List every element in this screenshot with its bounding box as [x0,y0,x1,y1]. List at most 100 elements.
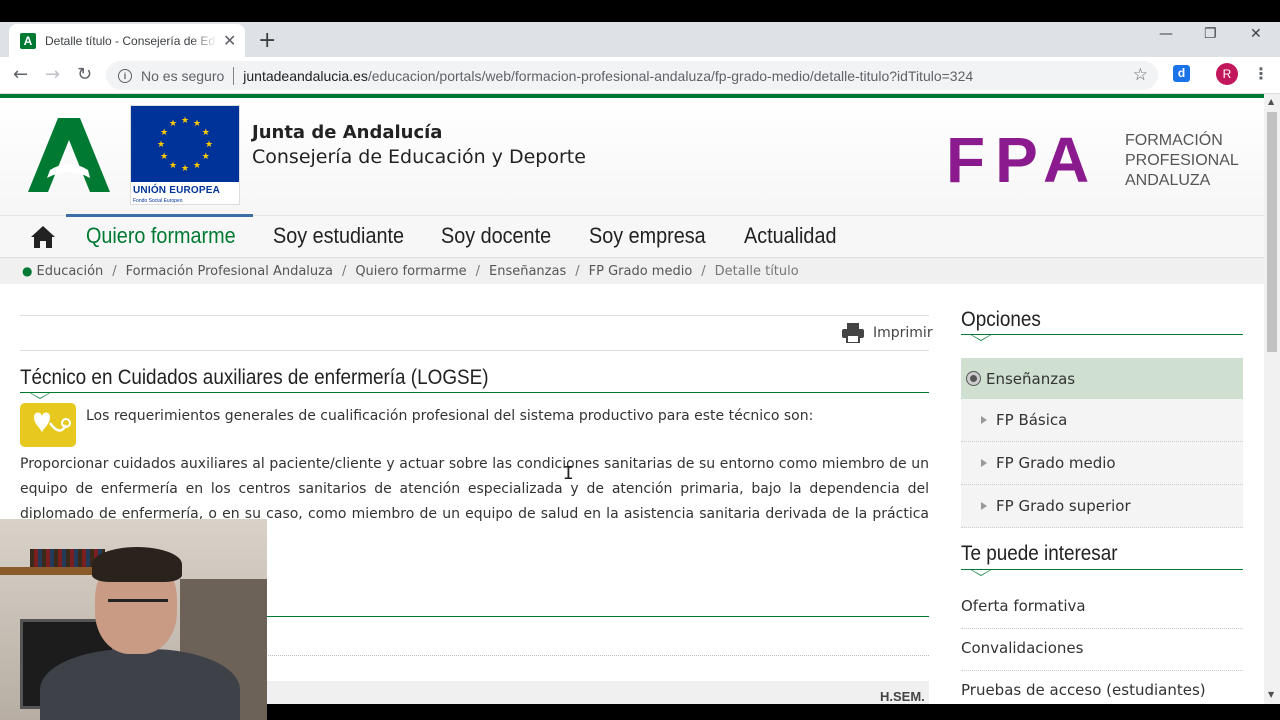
fpa-line-3: ANDALUZA [1125,172,1211,189]
restore-window-icon[interactable]: ❐ [1204,26,1217,42]
url-text: juntadeandalucia.es/educacion/portals/we… [243,68,973,84]
sidebar-item-label: FP Grado medio [996,454,1116,472]
eu-star-icon: ★ [169,161,177,171]
health-care-icon [20,403,76,447]
breadcrumb-educacion[interactable]: Educación [36,264,103,279]
address-separator [233,66,235,85]
breadcrumb-ensenanzas[interactable]: Enseñanzas [489,264,566,279]
competence-text: Proporcionar cuidados auxiliares al paci… [20,456,929,522]
bullet-arrow-icon [981,416,987,424]
print-bottom-rule [20,350,929,351]
intro-text: Los requerimientos generales de cualific… [86,408,814,424]
title-notch-inner [31,393,49,398]
page-scrollbar[interactable]: ▲ ▼ [1264,94,1280,704]
breadcrumb-quiero-formarme[interactable]: Quiero formarme [355,264,466,279]
eu-sublabel: Fondo Social Europeo [133,198,183,204]
nav-soy-estudiante[interactable]: Soy estudiante [273,223,404,249]
webcam-person-hair [92,547,182,582]
screen: A Detalle título - Consejería de Educaci… [0,0,1280,720]
browser-menu-icon[interactable]: ⋮ [1253,64,1269,83]
url-path: /educacion/portals/web/formacion-profesi… [367,67,974,84]
extension-icon[interactable]: d [1173,65,1190,82]
eu-star-icon: ★ [157,140,165,150]
section-rule [266,616,929,617]
sidebar-item-fp-basica[interactable]: FP Básica [961,399,1243,442]
eu-star-icon: ★ [181,116,189,126]
options-heading: Opciones [961,308,1041,331]
webcam-person-glasses [108,599,168,609]
link-pruebas-acceso[interactable]: Pruebas de acceso (estudiantes) [961,671,1243,704]
breadcrumb: ● Educación / Formación Profesional Anda… [0,258,1264,284]
tab-title: Detalle título - Consejería de Educación… [45,33,217,48]
back-arrow-icon[interactable]: ← [13,64,28,85]
eu-star-icon: ★ [160,128,168,138]
breadcrumb-separator: / [112,263,117,279]
page-title: Técnico en Cuidados auxiliares de enferm… [20,366,489,389]
breadcrumb-separator: / [701,263,706,279]
link-convalidaciones[interactable]: Convalidaciones [961,629,1243,671]
sidebar-item-fp-grado-medio[interactable]: FP Grado medio [961,442,1243,485]
security-status: No es seguro [141,67,225,84]
bookmark-star-icon[interactable]: ☆ [1133,65,1148,85]
sidebar-item-label: FP Básica [996,411,1068,429]
breadcrumb-separator: / [575,263,580,279]
close-tab-icon[interactable]: ✕ [223,31,236,50]
junta-andalucia-logo-icon[interactable] [28,118,110,192]
sidebar-item-fp-grado-superior[interactable]: FP Grado superior [961,485,1243,528]
close-window-icon[interactable]: ✕ [1250,26,1262,42]
modules-table-header [266,681,929,704]
eu-star-icon: ★ [169,119,177,129]
heart-stethoscope-icon [34,412,71,433]
interest-heading: Te puede interesar [961,542,1118,565]
sidebar-item-label: Enseñanzas [986,369,1076,388]
minimize-window-icon[interactable]: — [1159,26,1173,42]
address-bar[interactable]: i No es seguro juntadeandalucia.es/educa… [106,61,1158,90]
scroll-thumb[interactable] [1267,112,1277,352]
url-host: juntadeandalucia.es [243,67,368,84]
reload-icon[interactable]: ↻ [77,64,92,85]
dotted-rule [266,655,929,656]
hours-per-week-header: H.SEM. [880,689,925,704]
forward-arrow-icon[interactable]: → [45,64,60,85]
nav-active-indicator [66,214,253,217]
print-button[interactable]: Imprimir [873,325,933,341]
bullet-arrow-icon [981,502,987,510]
eu-star-icon: ★ [202,128,210,138]
profile-avatar[interactable]: R [1216,63,1238,85]
org-subtitle: Consejería de Educación y Deporte [252,146,586,168]
breadcrumb-fpa[interactable]: Formación Profesional Andaluza [126,264,333,279]
eu-flag-logo: ★ ★ ★ ★ ★ ★ ★ ★ ★ ★ ★ ★ UNIÓN EUROPEA Fondo Social … [130,105,240,205]
options-rule [961,334,1243,335]
site-header: ★ ★ ★ ★ ★ ★ ★ ★ ★ ★ ★ ★ UNIÓN EUROPEA Fondo Social … [0,98,1264,215]
webcam-person-body [40,649,240,720]
home-icon[interactable] [30,224,56,250]
eu-star-icon: ★ [202,152,210,162]
nav-actualidad[interactable]: Actualidad [744,223,836,249]
location-pin-icon: ● [22,264,33,278]
nav-quiero-formarme[interactable]: Quiero formarme [86,223,236,249]
nav-soy-docente[interactable]: Soy docente [441,223,551,249]
webcam-overlay [0,519,267,720]
link-oferta-formativa[interactable]: Oferta formativa [961,587,1243,629]
fpa-line-2: PROFESIONAL [1125,152,1239,169]
new-tab-button[interactable]: + [258,28,276,53]
printer-icon[interactable] [842,323,864,343]
scroll-up-icon[interactable]: ▲ [1268,97,1274,106]
info-icon[interactable]: i [118,68,132,83]
breadcrumb-fp-grado-medio[interactable]: FP Grado medio [589,264,693,279]
eu-star-icon: ★ [181,164,189,174]
eu-star-icon: ★ [160,152,168,162]
fpa-logo[interactable]: FPA [946,128,1099,192]
bullet-arrow-icon [981,459,987,467]
main-navigation: Quiero formarme Soy estudiante Soy docen… [0,214,1264,258]
sidebar-item-label: FP Grado superior [996,497,1131,515]
breadcrumb-separator: / [475,263,480,279]
nav-soy-empresa[interactable]: Soy empresa [589,223,706,249]
browser-tab[interactable]: A Detalle título - Consejería de Educaci… [9,24,245,57]
scroll-down-icon[interactable]: ▼ [1268,690,1274,699]
fpa-line-1: FORMACIÓN [1125,132,1223,149]
radio-selected-icon [967,372,980,385]
sidebar-item-ensenanzas[interactable]: Enseñanzas [961,358,1243,399]
breadcrumb-current: Detalle título [714,263,799,279]
breadcrumb-separator: / [341,263,347,279]
